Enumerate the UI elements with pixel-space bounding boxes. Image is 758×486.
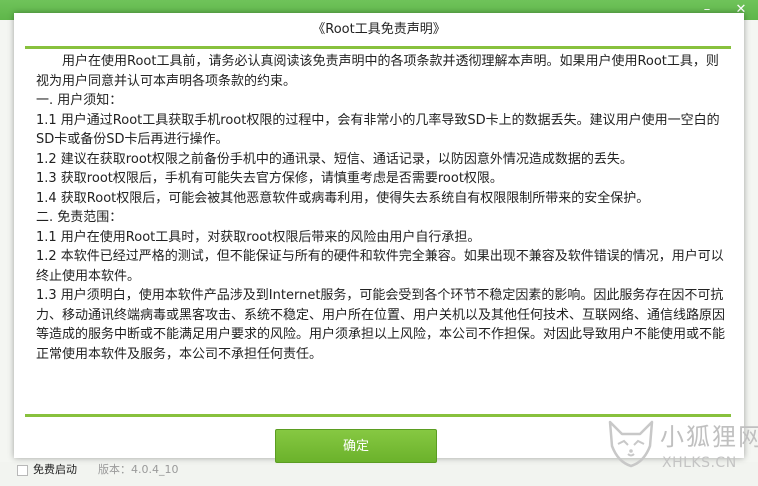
watermark-text-cn: 小狐狸网: [660, 423, 758, 451]
auto-start-checkbox[interactable]: [17, 465, 28, 476]
clause-paragraph: 1.3 获取root权限后，手机有可能失去官方保修，请慎重考虑是否需要root权…: [36, 171, 503, 186]
fox-logo-icon: [608, 420, 654, 468]
section-heading-user-notice: 一. 用户须知：: [36, 93, 123, 108]
disclaimer-dialog: 《Root工具免责声明》 用户在使用Root工具前，请务必认真阅读该免责声明中的…: [14, 13, 744, 463]
clause-paragraph: 1.2 建议在获取root权限之前备份手机中的通讯录、短信、通话记录，以防因意外…: [36, 151, 633, 167]
title-divider: [25, 46, 731, 49]
clause-paragraph: 1.2 本软件已经过严格的测试，但不能保证与所有的硬件和软件完全兼容。如果出现不…: [36, 249, 724, 284]
auto-start-label: 免费启动: [33, 463, 77, 476]
clause-paragraph: 1.4 获取Root权限后，可能会被其他恶意软件或病毒利用，使得失去系统自有权限…: [36, 190, 650, 206]
clause-paragraph: 1.3 用户须明白，使用本软件产品涉及到Internet服务，可能会受到各个环节…: [36, 288, 726, 362]
disclaimer-text: 用户在使用Root工具前，请务必认真阅读该免责声明中的各项条款并透彻理解本声明。…: [36, 52, 726, 364]
watermark-text-en: XHLKS.CN: [662, 455, 737, 471]
version-label: 版本：4.0.4_10: [98, 463, 179, 476]
confirm-button[interactable]: 确定: [275, 429, 437, 463]
clause-paragraph: 1.1 用户通过Root工具获取手机root权限的过程中，会有非常小的几率导致S…: [36, 112, 720, 148]
section-heading-disclaimer-scope: 二. 免责范围：: [36, 210, 123, 225]
clause-paragraph: 1.1 用户在使用Root工具时，对获取root权限后带来的风险由用户自行承担。: [36, 229, 481, 245]
site-watermark: 小狐狸网 XHLKS.CN: [604, 412, 758, 482]
intro-paragraph: 用户在使用Root工具前，请务必认真阅读该免责声明中的各项条款并透彻理解本声明。…: [36, 54, 719, 89]
dialog-title: 《Root工具免责声明》: [312, 22, 446, 37]
